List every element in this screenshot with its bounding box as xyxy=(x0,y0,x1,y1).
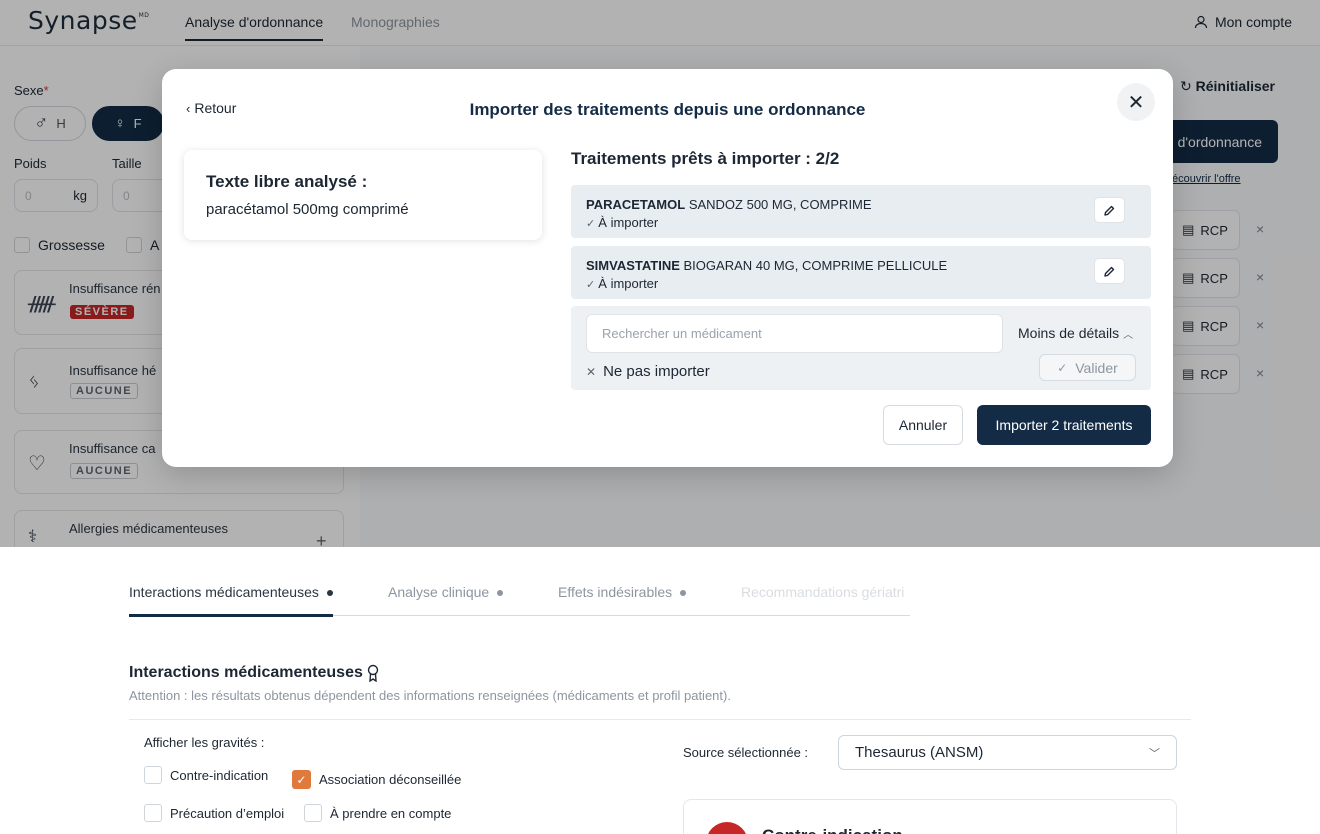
ready-treatments-title: Traitements prêts à importer : 2/2 xyxy=(571,149,840,168)
import-treatments-modal: ‹ Retour Importer des traitements depuis… xyxy=(162,69,1173,467)
tab-analyse-clinique[interactable]: Analyse clinique xyxy=(388,584,504,600)
results-section: Interactions médicamenteuses Analyse cli… xyxy=(0,547,1320,834)
active-tab-indicator xyxy=(129,614,333,617)
severity-circle-icon xyxy=(706,822,748,834)
validate-label: Valider xyxy=(1075,359,1118,376)
no-import-label: Ne pas importer xyxy=(603,363,710,380)
source-value: Thesaurus (ANSM) xyxy=(855,744,984,761)
analyzed-text-card: Texte libre analysé : paracétamol 500mg … xyxy=(184,150,542,240)
pencil-icon xyxy=(1104,266,1115,277)
gravity-option-label: Association déconseillée xyxy=(319,772,462,787)
section-subtitle: Attention : les résultats obtenus dépend… xyxy=(129,688,731,703)
medication-search-input[interactable]: Rechercher un médicament xyxy=(586,314,1003,353)
treatment-name: PARACETAMOL SANDOZ 500 MG, COMPRIME xyxy=(586,197,872,212)
cross-icon: ✕ xyxy=(586,364,597,379)
tab-interactions[interactable]: Interactions médicamenteuses xyxy=(129,584,333,600)
gravity-checkbox[interactable] xyxy=(304,804,322,822)
edit-treatment-button[interactable] xyxy=(1094,197,1125,223)
tab-recommandations[interactable]: Recommandations gériatri xyxy=(741,584,904,600)
source-select[interactable]: Thesaurus (ANSM) ﹀ xyxy=(838,735,1177,770)
pencil-icon xyxy=(1104,205,1115,216)
gravity-option-label: À prendre en compte xyxy=(330,805,452,821)
analyzed-text-heading: Texte libre analysé : xyxy=(206,172,368,191)
add-medication-block: Rechercher un médicament Moins de détail… xyxy=(571,306,1151,390)
modal-title: Importer des traitements depuis une ordo… xyxy=(469,100,866,119)
check-icon: ✓ xyxy=(586,218,599,230)
check-icon: ✓ xyxy=(586,279,599,291)
gravity-option-label: Contre-indication xyxy=(170,767,269,783)
tab-effets-indesirables[interactable]: Effets indésirables xyxy=(558,584,687,600)
gravity-checkbox[interactable] xyxy=(144,766,162,784)
analyzed-text-value: paracétamol 500mg comprimé xyxy=(206,201,409,218)
edit-treatment-button[interactable] xyxy=(1094,258,1125,284)
ci-card-title: Contre-indication xyxy=(762,826,903,834)
cancel-button[interactable]: Annuler xyxy=(883,405,963,445)
gravity-contre-indication[interactable]: Contre-indication xyxy=(144,766,268,784)
divider xyxy=(129,719,1191,720)
gravity-association-deconseillee[interactable]: ✓ Association déconseillée xyxy=(292,770,461,789)
chevron-down-icon: ﹀ xyxy=(1149,747,1160,760)
validate-button[interactable]: ✓ Valider xyxy=(1039,354,1136,381)
import-treatments-button[interactable]: Importer 2 traitements xyxy=(977,405,1151,445)
chevron-up-icon: ︿ xyxy=(1123,330,1134,341)
gravity-label: Afficher les gravités : xyxy=(144,735,265,750)
treatment-status: ✓ À importer xyxy=(586,215,659,230)
gravity-option-label: Précaution d’emploi xyxy=(170,805,285,821)
section-title: Interactions médicamenteuses xyxy=(129,664,379,682)
close-button[interactable]: ✕ xyxy=(1117,83,1155,121)
gravity-checkbox-checked[interactable]: ✓ xyxy=(292,770,311,789)
treatment-item: SIMVASTATINE BIOGARAN 40 MG, COMPRIME PE… xyxy=(571,246,1151,299)
source-label: Source sélectionnée : xyxy=(683,745,809,760)
gravity-a-prendre-en-compte[interactable]: À prendre en compte xyxy=(304,804,451,822)
treatment-name: SIMVASTATINE BIOGARAN 40 MG, COMPRIME PE… xyxy=(586,258,948,273)
ribbon-icon xyxy=(367,664,379,682)
treatment-item: PARACETAMOL SANDOZ 500 MG, COMPRIME ✓ À … xyxy=(571,185,1151,238)
check-icon: ✓ xyxy=(1057,360,1068,375)
less-details-toggle[interactable]: Moins de détails ︿ xyxy=(1018,325,1133,341)
close-icon: ✕ xyxy=(1127,91,1145,114)
treatment-status: ✓ À importer xyxy=(586,276,659,291)
no-import-option[interactable]: ✕ Ne pas importer xyxy=(586,363,710,380)
gravity-precaution[interactable]: Précaution d’emploi xyxy=(144,804,284,822)
gravity-checkbox[interactable] xyxy=(144,804,162,822)
contre-indication-card[interactable]: Contre-indication xyxy=(683,799,1177,834)
